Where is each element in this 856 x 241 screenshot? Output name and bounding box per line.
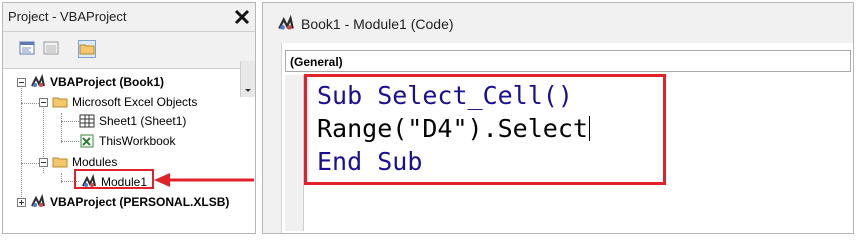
code-line-1[interactable]: Sub Select_Cell()	[317, 80, 573, 112]
worksheet-icon	[79, 114, 95, 128]
project-tree: VBAProject (Book1) Microsoft Excel Objec…	[3, 69, 255, 233]
code-window-title: Book1 - Module1 (Code)	[301, 16, 454, 32]
object-dropdown[interactable]: (General)	[285, 50, 851, 72]
view-code-button[interactable]	[19, 40, 37, 58]
tree-item-excel-objects[interactable]: Microsoft Excel Objects	[39, 93, 197, 111]
code-highlight-box: Sub Select_Cell() Range("D4").Select End…	[304, 74, 666, 185]
toggle-folders-button[interactable]	[78, 40, 96, 58]
tree-item-label: VBAProject (PERSONAL.XLSB)	[50, 195, 230, 209]
module-icon	[278, 15, 294, 30]
tree-item-label: ThisWorkbook	[99, 134, 176, 148]
folder-icon	[79, 44, 95, 55]
keyword-sub: Sub	[317, 81, 363, 110]
module1-highlight-box	[74, 169, 154, 189]
code-line-3[interactable]: End Sub	[317, 146, 422, 178]
tree-item-vbaproject-book1[interactable]: VBAProject (Book1)	[17, 73, 164, 91]
view-code-icon	[19, 41, 35, 55]
keyword-end: End	[317, 147, 363, 176]
code-line-2[interactable]: Range("D4").Select	[317, 113, 590, 145]
project-explorer: Project - VBAProject VBAProject (Book1) …	[2, 2, 256, 234]
tree-item-label: Sheet1 (Sheet1)	[99, 114, 187, 128]
sub-name: Select_Cell()	[362, 81, 573, 110]
project-explorer-titlebar: Project - VBAProject	[3, 3, 255, 32]
project-explorer-title: Project - VBAProject	[8, 9, 127, 24]
vbaproject-icon	[31, 194, 45, 207]
code-window-left-strip	[263, 43, 282, 233]
view-object-icon	[43, 41, 59, 55]
close-icon[interactable]	[232, 7, 252, 27]
code-window-titlebar: Book1 - Module1 (Code)	[263, 3, 853, 43]
tree-item-vbaproject-personal[interactable]: VBAProject (PERSONAL.XLSB)	[17, 193, 229, 211]
collapse-icon[interactable]	[17, 77, 26, 87]
text-caret	[588, 116, 590, 141]
statement-text: Range("D4").Select	[317, 114, 588, 143]
vba-editor: Project - VBAProject VBAProject (Book1) …	[0, 0, 856, 241]
workbook-icon	[80, 134, 94, 148]
vbaproject-icon	[31, 74, 45, 87]
keyword-sub: Sub	[377, 147, 423, 176]
project-explorer-toolbar	[3, 32, 255, 97]
folder-icon	[52, 157, 68, 168]
expand-icon[interactable]	[17, 197, 26, 207]
tree-item-label: Microsoft Excel Objects	[72, 95, 198, 109]
tree-item-sheet1[interactable]: Sheet1 (Sheet1)	[79, 112, 186, 130]
collapse-icon[interactable]	[39, 97, 48, 107]
view-object-button[interactable]	[43, 40, 61, 58]
tree-item-label: VBAProject (Book1)	[50, 75, 165, 89]
object-dropdown-value: (General)	[290, 55, 343, 69]
collapse-icon[interactable]	[39, 157, 48, 167]
code-margin-indicator-bar[interactable]	[285, 75, 304, 231]
folder-icon	[52, 97, 68, 108]
tree-item-thisworkbook[interactable]: ThisWorkbook	[79, 132, 175, 150]
tree-item-label: Modules	[72, 155, 118, 169]
red-arrow-icon	[154, 173, 254, 187]
